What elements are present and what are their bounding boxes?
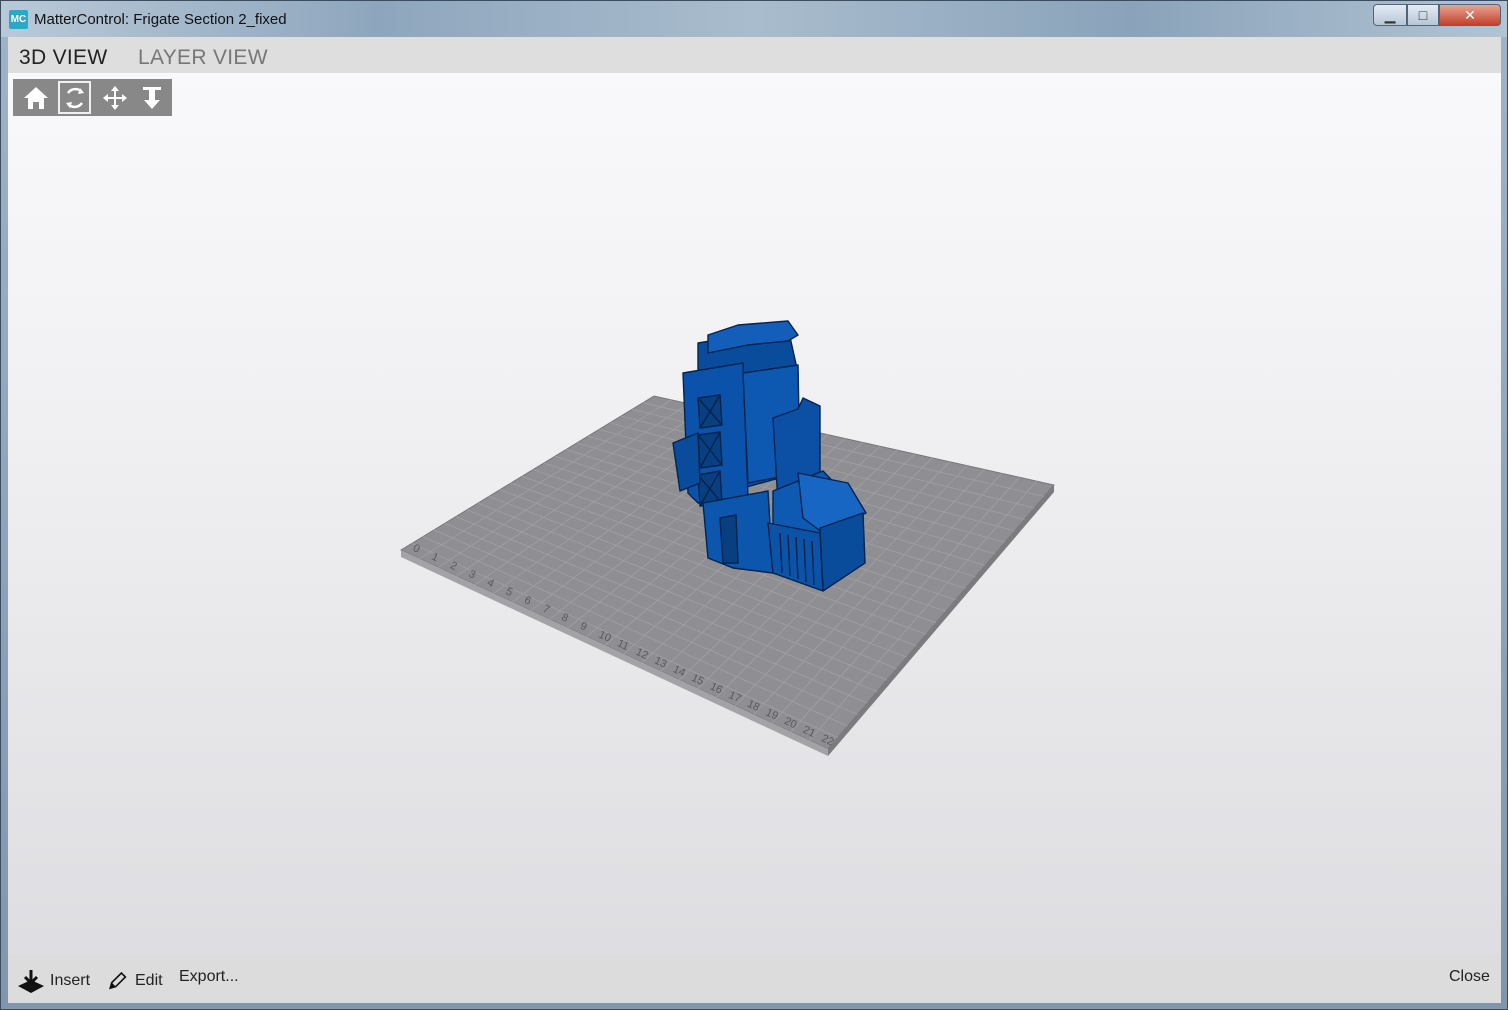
home-view-button[interactable] (19, 81, 52, 114)
maximize-button[interactable]: □ (1407, 4, 1439, 26)
close-window-button[interactable]: ✕ (1439, 4, 1501, 26)
tab-3d-view[interactable]: 3D VIEW (19, 46, 107, 70)
window-title: MatterControl: Frigate Section 2_fixed (34, 11, 287, 28)
view-tab-bar: 3D VIEW LAYER VIEW (8, 37, 1501, 73)
view-controls-toolbar (13, 79, 172, 116)
tab-layer-view[interactable]: LAYER VIEW (138, 46, 268, 70)
home-icon (23, 86, 48, 109)
bottom-toolbar: Insert Edit Export... Close (8, 954, 1501, 1000)
close-label: Close (1449, 968, 1490, 985)
zoom-icon (142, 86, 161, 109)
insert-button[interactable]: Insert (16, 968, 90, 994)
rotate-icon (65, 87, 84, 108)
minimize-button[interactable]: ▁ (1373, 4, 1407, 26)
client-area: 3D VIEW LAYER VIEW 0 1 2 3 4 5 6 7 8 9 10 11 12 13 14 1… (8, 37, 1501, 1003)
app-logo-icon: MC (9, 10, 28, 29)
rotate-view-button[interactable] (58, 81, 91, 114)
app-window: MC MatterControl: Frigate Section 2_fixe… (0, 0, 1508, 1010)
export-label: Export... (179, 968, 239, 985)
insert-icon (18, 970, 44, 993)
title-bar[interactable]: MC MatterControl: Frigate Section 2_fixe… (1, 1, 1507, 37)
scene-canvas[interactable]: 012345678910111213141516171819202122 (8, 73, 1501, 953)
3d-viewport[interactable]: 0 1 2 3 4 5 6 7 8 9 10 11 12 13 14 15 16 17 18 19 20 21 22 (8, 73, 1501, 953)
edit-label: Edit (135, 972, 163, 989)
edit-button[interactable]: Edit (107, 968, 163, 994)
move-icon (102, 85, 127, 110)
translate-view-button[interactable] (98, 81, 131, 114)
insert-label: Insert (50, 972, 91, 989)
scale-view-button[interactable] (135, 81, 168, 114)
close-button[interactable]: Close (1449, 968, 1490, 986)
export-button[interactable]: Export... (179, 968, 239, 986)
pencil-icon (109, 971, 127, 990)
